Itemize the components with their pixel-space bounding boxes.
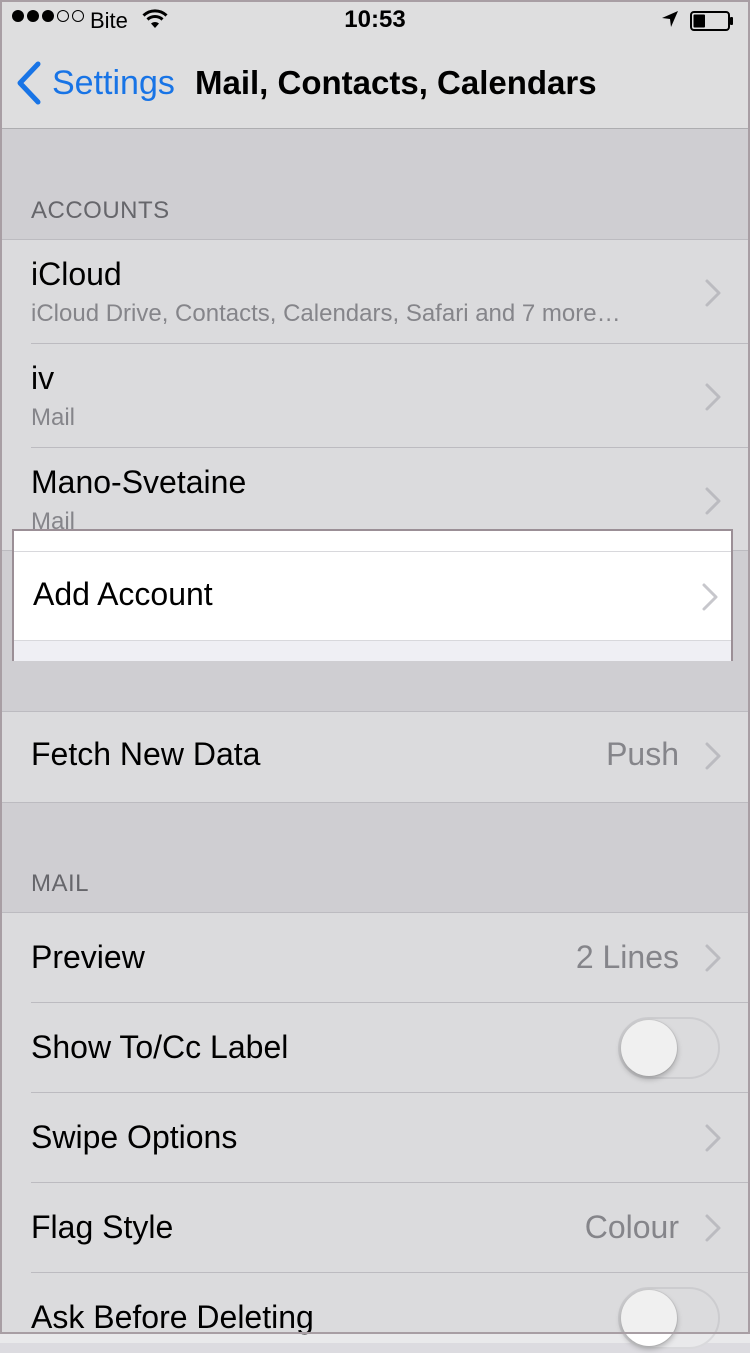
chevron-right-icon: [705, 1214, 721, 1242]
account-subtitle: Mail: [31, 404, 76, 431]
flag-style-label: Flag Style: [31, 1209, 174, 1245]
account-row-icloud[interactable]: iCloud iCloud Drive, Contacts, Calendars…: [0, 240, 750, 344]
swipe-options-label: Swipe Options: [31, 1119, 238, 1155]
clock: 10:53: [344, 6, 406, 33]
chevron-right-icon: [705, 944, 721, 972]
preview-value: 2 Lines: [575, 939, 679, 975]
section-header-mail: MAIL: [31, 870, 90, 897]
show-tocc-row: Show To/Cc Label: [0, 1003, 750, 1093]
mail-group: Preview 2 Lines Show To/Cc Label Swipe O…: [0, 912, 750, 1349]
chevron-right-icon: [705, 383, 721, 411]
section-gap: [14, 641, 731, 661]
flag-style-row[interactable]: Flag Style Colour: [0, 1183, 750, 1273]
show-tocc-label: Show To/Cc Label: [31, 1029, 289, 1065]
status-bar: Bite 10:53: [0, 0, 750, 40]
location-arrow-icon: [660, 9, 680, 35]
preview-label: Preview: [31, 939, 145, 975]
chevron-right-icon: [705, 1124, 721, 1152]
page-title: Mail, Contacts, Calendars: [195, 64, 597, 101]
preview-row[interactable]: Preview 2 Lines: [0, 913, 750, 1003]
add-account-row[interactable]: Add Account: [14, 551, 731, 641]
back-button[interactable]: Settings: [14, 60, 175, 106]
navigation-bar: Settings Mail, Contacts, Calendars: [0, 40, 750, 129]
account-title: iv: [31, 360, 55, 396]
fetch-new-data-value: Push: [606, 736, 679, 772]
flag-style-value: Colour: [584, 1209, 679, 1245]
chevron-right-icon: [705, 487, 721, 515]
swipe-options-row[interactable]: Swipe Options: [0, 1093, 750, 1183]
chevron-right-icon: [705, 279, 721, 307]
chevron-right-icon: [705, 742, 721, 770]
account-title: Mano-Svetaine: [31, 464, 247, 500]
section-header-accounts: ACCOUNTS: [31, 197, 170, 224]
accounts-group: iCloud iCloud Drive, Contacts, Calendars…: [0, 239, 750, 551]
account-title: iCloud: [31, 256, 122, 292]
account-subtitle: iCloud Drive, Contacts, Calendars, Safar…: [31, 300, 621, 327]
add-account-label: Add Account: [33, 576, 213, 612]
ask-before-deleting-row: Ask Before Deleting: [0, 1273, 750, 1353]
account-row-iv[interactable]: iv Mail: [0, 344, 750, 448]
ask-before-deleting-toggle[interactable]: [618, 1287, 720, 1349]
fetch-new-data-row[interactable]: Fetch New Data Push: [0, 712, 750, 800]
show-tocc-toggle[interactable]: [618, 1017, 720, 1079]
chevron-right-icon: [702, 583, 718, 611]
fetch-new-data-label: Fetch New Data: [31, 736, 261, 772]
battery-icon: [690, 11, 734, 31]
chevron-left-icon: [17, 61, 41, 105]
add-account-highlight: Add Account: [12, 529, 733, 661]
back-button-label: Settings: [52, 63, 175, 102]
fetch-group: Fetch New Data Push: [0, 711, 750, 803]
ask-before-deleting-label: Ask Before Deleting: [31, 1299, 314, 1335]
